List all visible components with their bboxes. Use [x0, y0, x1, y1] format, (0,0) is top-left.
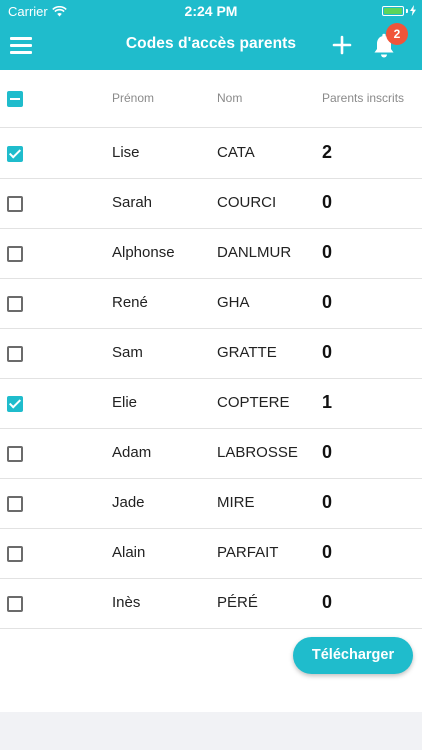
row-checkbox[interactable]: [7, 296, 23, 312]
parents-count: 0: [322, 592, 333, 612]
last-name: GRATTE: [217, 344, 277, 361]
battery-body: [382, 5, 404, 16]
bottom-area: [0, 712, 422, 750]
table-row[interactable]: Jade MIRE 0: [0, 478, 422, 529]
first-name: Alphonse: [112, 244, 175, 261]
top-bar: Carrier 2:24 PM Codes d'accès parents 2: [0, 0, 422, 70]
table-header: Prénom Nom Parents inscrits: [0, 70, 422, 128]
column-header-parents: Parents inscrits: [322, 91, 405, 105]
first-name: Sam: [112, 344, 143, 361]
row-checkbox[interactable]: [7, 446, 23, 462]
last-name: COPTERE: [217, 394, 290, 411]
first-name: Alain: [112, 544, 146, 561]
table-row[interactable]: Adam LABROSSE 0: [0, 428, 422, 479]
parents-count: 0: [322, 442, 333, 462]
last-name: PÉRÉ: [217, 594, 258, 611]
parents-count: 2: [322, 142, 333, 162]
first-name: Elie: [112, 394, 138, 411]
charging-bolt-icon: [410, 5, 416, 16]
parents-count: 0: [322, 342, 333, 362]
parents-count: 0: [322, 242, 333, 262]
first-name: Adam: [112, 444, 152, 461]
row-checkbox[interactable]: [7, 346, 23, 362]
table-row[interactable]: René GHA 0: [0, 278, 422, 329]
table-row[interactable]: Alphonse DANLMUR 0: [0, 228, 422, 279]
column-header-first-name: Prénom: [112, 91, 155, 105]
parents-count: 0: [322, 542, 333, 562]
last-name: PARFAIT: [217, 544, 279, 561]
row-checkbox[interactable]: [7, 596, 23, 612]
table-row[interactable]: Inès PÉRÉ 0: [0, 578, 422, 629]
clock: 2:24 PM: [184, 3, 238, 19]
table-row[interactable]: Sarah COURCI 0: [0, 178, 422, 229]
last-name: DANLMUR: [217, 244, 292, 261]
first-name: Sarah: [112, 194, 153, 211]
last-name: COURCI: [217, 194, 277, 211]
last-name: CATA: [217, 144, 255, 161]
first-name: Inès: [112, 594, 141, 611]
parents-count: 0: [322, 192, 333, 212]
last-name: LABROSSE: [217, 444, 298, 461]
row-checkbox[interactable]: [7, 496, 23, 512]
notification-badge: 2: [386, 23, 408, 45]
table-row[interactable]: Alain PARFAIT 0: [0, 528, 422, 579]
row-checkbox[interactable]: [7, 196, 23, 212]
nav-row: Codes d'accès parents 2: [0, 22, 422, 70]
last-name: GHA: [217, 294, 250, 311]
select-all-checkbox[interactable]: [7, 91, 23, 107]
last-name: MIRE: [217, 494, 255, 511]
plus-icon[interactable]: [331, 34, 353, 56]
first-name: René: [112, 294, 148, 311]
row-checkbox[interactable]: [7, 546, 23, 562]
status-bar: Carrier 2:24 PM: [0, 0, 422, 22]
column-header-last-name: Nom: [217, 91, 243, 105]
row-checkbox[interactable]: [7, 146, 23, 162]
table-row[interactable]: Lise CATA 2: [0, 128, 422, 179]
battery-tip: [406, 8, 408, 13]
first-name: Jade: [112, 494, 145, 511]
parents-count: 0: [322, 292, 333, 312]
table-row[interactable]: Sam GRATTE 0: [0, 328, 422, 379]
battery-icon: [382, 5, 416, 16]
row-checkbox[interactable]: [7, 396, 23, 412]
first-name: Lise: [112, 144, 140, 161]
page-title: Codes d'accès parents: [125, 35, 297, 52]
parents-count: 1: [322, 392, 333, 412]
download-button[interactable]: Télécharger: [293, 637, 413, 674]
table-row[interactable]: Elie COPTERE 1: [0, 378, 422, 429]
row-checkbox[interactable]: [7, 246, 23, 262]
battery-level: [384, 7, 402, 14]
parents-count: 0: [322, 492, 333, 512]
